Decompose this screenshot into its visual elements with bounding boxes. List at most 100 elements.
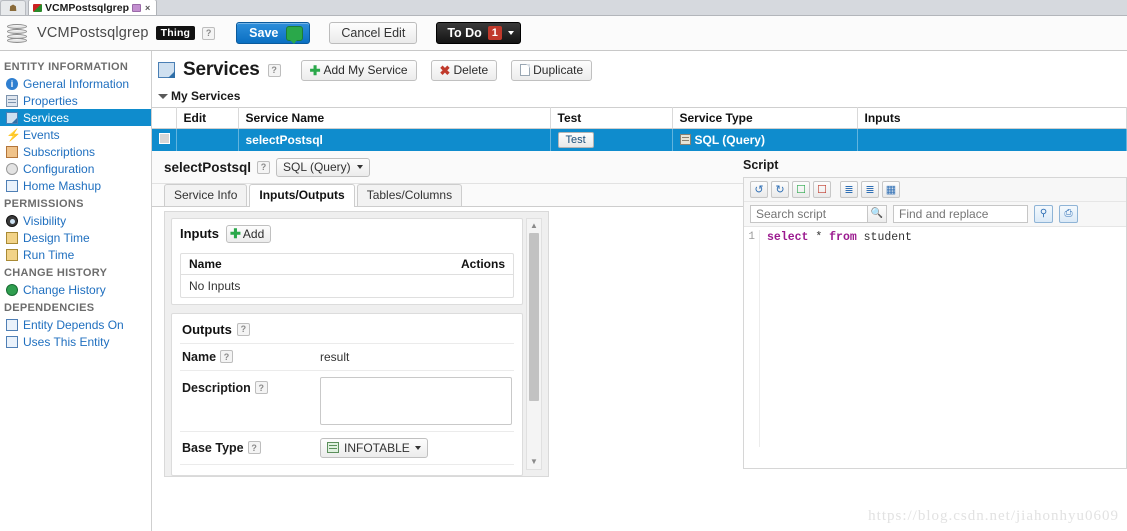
indent-increase-icon[interactable]: ≣ (840, 180, 858, 198)
site-favicon-icon (33, 3, 42, 12)
table-header-row: Edit Service Name Test Service Type Inpu… (152, 107, 1127, 129)
sidebar-item-entity-depends-on[interactable]: Entity Depends On (0, 316, 151, 333)
add-my-service-button[interactable]: ✚ Add My Service (300, 59, 417, 81)
code-line: select * from student (767, 230, 912, 245)
sidebar-item-home-mashup[interactable]: Home Mashup (0, 177, 151, 194)
history-clock-icon (6, 283, 18, 296)
search-script-input[interactable] (750, 204, 867, 223)
undo-icon[interactable]: ↺ (750, 180, 768, 198)
code-content[interactable]: select * from student (760, 230, 912, 447)
test-button[interactable]: Test (557, 131, 594, 148)
col-test[interactable]: Test (550, 107, 673, 129)
browser-tab-active[interactable]: VCMPostsqlgrep × (28, 0, 158, 15)
col-name: Name (189, 256, 222, 271)
output-basetype-select[interactable]: INFOTABLE (320, 437, 428, 458)
sql-icon (679, 133, 691, 145)
database-icon (4, 20, 30, 46)
add-my-service-label: Add My Service (323, 63, 408, 77)
indent-decrease-icon[interactable]: ≣ (861, 180, 879, 198)
dependency-icon (6, 318, 18, 331)
output-name-label: Name (182, 349, 217, 364)
my-services-section-header[interactable]: My Services (152, 87, 1127, 107)
browser-tab-label: VCMPostsqlgrep (45, 1, 130, 14)
chevron-down-icon[interactable] (158, 93, 168, 99)
tab-inputs-outputs[interactable]: Inputs/Outputs (249, 183, 355, 207)
sidebar-item-label: Services (23, 110, 70, 125)
script-title: Script (743, 157, 779, 172)
code-area[interactable]: 1 select * from student (744, 226, 1126, 447)
outputs-help-icon[interactable]: ? (236, 322, 250, 336)
sidebar-item-general-information[interactable]: i General Information (0, 75, 151, 92)
entity-help-icon[interactable]: ? (202, 26, 216, 40)
service-type-select[interactable]: SQL (Query) (276, 157, 370, 177)
format-code-icon[interactable]: ▦ (882, 180, 900, 198)
watermark: https://blog.csdn.net/jiahonhyu0609 (868, 508, 1119, 524)
add-input-button[interactable]: ✚ Add (226, 224, 272, 243)
output-description-input[interactable] (320, 376, 512, 425)
todo-button[interactable]: To Do 1 (436, 22, 521, 44)
find-icon[interactable]: ⚲ (1034, 204, 1053, 223)
sidebar-item-label: Properties (23, 93, 78, 108)
redo-icon[interactable]: ↻ (771, 180, 789, 198)
sidebar-item-properties[interactable]: Properties (0, 92, 151, 109)
row-service-type-label: SQL (Query) (694, 132, 765, 147)
inputs-card: Inputs ✚ Add Name Actions No Inputs (171, 217, 523, 305)
scrollbar-thumb[interactable] (529, 232, 539, 401)
output-description-help-icon[interactable]: ? (254, 381, 268, 394)
sidebar-item-label: Uses This Entity (23, 334, 110, 349)
service-detail-help-icon[interactable]: ? (257, 160, 271, 174)
sidebar-item-events[interactable]: ⚡ Events (0, 126, 151, 143)
col-service-name[interactable]: Service Name (238, 107, 551, 129)
row-checkbox[interactable] (159, 132, 170, 144)
sidebar-group-title: ENTITY INFORMATION (4, 61, 129, 73)
delete-button[interactable]: ✖ Delete (430, 59, 498, 81)
output-name-help-icon[interactable]: ? (220, 350, 234, 363)
find-and-replace-input[interactable] (893, 204, 1028, 223)
sidebar-item-visibility[interactable]: Visibility (0, 212, 151, 229)
chevron-down-icon[interactable] (507, 31, 514, 35)
col-edit[interactable]: Edit (176, 107, 239, 129)
sidebar-item-design-time[interactable]: Design Time (0, 229, 151, 246)
service-type-select-value: SQL (Query) (283, 160, 351, 174)
sidebar-item-configuration[interactable]: Configuration (0, 160, 151, 177)
close-icon[interactable]: × (145, 3, 150, 13)
col-inputs[interactable]: Inputs (857, 107, 1127, 129)
add-snippet-icon[interactable]: ☐ (792, 180, 810, 198)
save-button-label: Save (249, 26, 279, 40)
sidebar-item-change-history[interactable]: Change History (0, 281, 151, 298)
sidebar-item-services[interactable]: Services (0, 109, 151, 126)
tab-service-info[interactable]: Service Info (164, 183, 248, 206)
comment-add-icon[interactable] (286, 25, 304, 44)
inputs-title: Inputs (180, 226, 219, 241)
row-service-name[interactable]: selectPostsql (238, 128, 551, 151)
output-basetype-label-wrap: Base Type ? (182, 441, 312, 455)
duplicate-button[interactable]: Duplicate (511, 59, 593, 81)
output-basetype-help-icon[interactable]: ? (247, 441, 261, 454)
sidebar-group-title: DEPENDENCIES (4, 302, 95, 314)
replace-icon[interactable]: ⎙ (1059, 204, 1078, 223)
save-button[interactable]: Save (236, 22, 311, 44)
tab-tables-columns[interactable]: Tables/Columns (356, 183, 463, 206)
services-help-icon[interactable]: ? (267, 63, 281, 77)
sidebar-item-uses-this-entity[interactable]: Uses This Entity (0, 333, 151, 350)
script-editor: ↺ ↻ ☐ ☐ ≣ ≣ ▦ 🔍 ⚲ (743, 176, 1127, 469)
lightning-bolt-icon: ⚡ (6, 127, 21, 142)
magnifier-icon[interactable]: 🔍 (867, 204, 887, 223)
remove-snippet-icon[interactable]: ☐ (813, 180, 831, 198)
sidebar-item-run-time[interactable]: Run Time (0, 246, 151, 263)
sidebar-item-subscriptions[interactable]: Subscriptions (0, 143, 151, 160)
cancel-edit-button[interactable]: Cancel Edit (329, 22, 418, 44)
row-edit-cell[interactable] (176, 128, 239, 151)
home-tab[interactable]: ☗ (0, 0, 26, 15)
inputs-outputs-scrollbar[interactable]: ▲ ▼ (526, 217, 542, 470)
col-service-type[interactable]: Service Type (672, 107, 858, 129)
scroll-down-arrow-icon[interactable]: ▼ (527, 455, 541, 469)
row-checkbox-cell[interactable] (152, 128, 177, 151)
scroll-up-arrow-icon[interactable]: ▲ (527, 219, 541, 233)
services-icon (6, 111, 18, 124)
row-test-cell[interactable]: Test (550, 128, 673, 151)
table-row[interactable]: selectPostsql Test SQL (Query) (152, 128, 1127, 151)
tab-label: Inputs/Outputs (259, 187, 345, 202)
mashup-icon (6, 179, 18, 192)
sidebar: ENTITY INFORMATION i General Information… (0, 51, 152, 531)
